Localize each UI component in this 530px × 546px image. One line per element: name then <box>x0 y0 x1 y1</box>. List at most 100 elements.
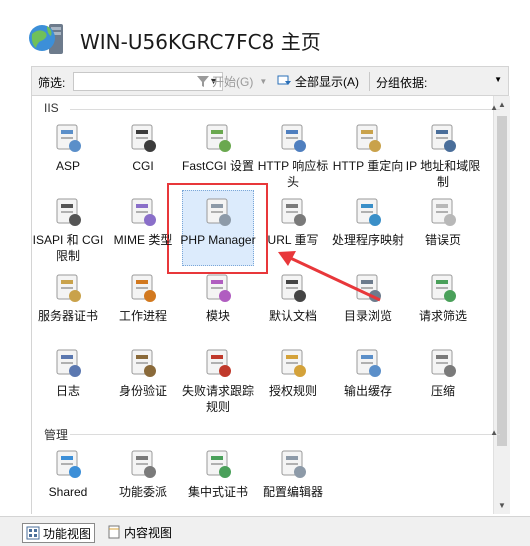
feature-tile-label: MIME 类型 <box>113 233 173 247</box>
feature-tile[interactable]: 失败请求跟踪规则 <box>179 347 257 415</box>
start-button[interactable]: 开始(G) ▼ <box>196 71 267 91</box>
feature-tile-label: IP 地址和域限制 <box>405 159 481 189</box>
http-redirect-icon <box>356 124 381 152</box>
content-view-label: 内容视图 <box>124 525 173 540</box>
output-cache-icon <box>356 349 381 377</box>
chevron-down-icon[interactable]: ▼ <box>494 75 502 84</box>
modules-icon <box>206 274 231 302</box>
php-manager-icon <box>206 198 231 226</box>
feature-tile-label: URL 重写 <box>267 233 319 247</box>
error-page-icon <box>431 198 456 226</box>
feature-tile-label: 失败请求跟踪规则 <box>181 384 254 414</box>
scroll-up-icon[interactable]: ▲ <box>498 100 506 109</box>
feature-tile[interactable]: 集中式证书 <box>179 448 257 500</box>
feature-tile[interactable]: 默认文档 <box>254 272 332 324</box>
collapse-icon[interactable]: ▲ <box>490 103 498 112</box>
feature-tile[interactable]: 模块 <box>179 272 257 324</box>
feature-tile[interactable]: 错误页 <box>404 196 482 248</box>
feature-tile[interactable]: 功能委派 <box>104 448 182 500</box>
page-header: WIN-U56KGRC7FC8 主页 <box>0 0 530 62</box>
collapse-icon[interactable]: ▲ <box>490 428 498 437</box>
feature-tile-label: 输出缓存 <box>343 384 392 398</box>
server-globe-icon <box>29 24 63 54</box>
feature-tile[interactable]: IP 地址和域限制 <box>404 122 482 190</box>
feature-tile[interactable]: MIME 类型 <box>104 196 182 248</box>
feature-tile[interactable]: FastCGI 设置 <box>179 122 257 174</box>
features-view-icon <box>26 526 40 540</box>
scroll-down-icon[interactable]: ▼ <box>498 501 506 510</box>
feature-tile[interactable]: HTTP 响应标头 <box>254 122 332 190</box>
feature-tile[interactable]: CGI <box>104 122 182 174</box>
scrollbar-thumb[interactable] <box>497 116 507 446</box>
feature-tile[interactable]: 工作进程 <box>104 272 182 324</box>
authz-icon <box>281 349 306 377</box>
feature-tile-label: 压缩 <box>430 384 455 398</box>
feature-tile[interactable]: 身份验证 <box>104 347 182 399</box>
show-all-label: 全部显示(A) <box>295 74 359 89</box>
asp-icon <box>56 124 81 152</box>
feature-tile[interactable]: 压缩 <box>404 347 482 399</box>
feature-tile-label: 目录浏览 <box>343 309 392 323</box>
feature-tile-label: 工作进程 <box>118 309 167 323</box>
feature-tile-label: 身份验证 <box>118 384 167 398</box>
server-cert-icon <box>56 274 81 302</box>
fastcgi-icon <box>206 124 231 152</box>
feature-tile-label: 模块 <box>205 309 230 323</box>
feature-tile-label: 集中式证书 <box>187 485 248 499</box>
feature-tile[interactable]: Shared <box>29 448 107 500</box>
logging-icon <box>56 349 81 377</box>
content-view-tab[interactable]: 内容视图 <box>104 523 175 541</box>
worker-process-icon <box>131 274 156 302</box>
mime-icon <box>131 198 156 226</box>
ip-restrict-icon <box>431 124 456 152</box>
delegation-icon <box>131 450 156 478</box>
feature-tile[interactable]: ISAPI 和 CGI 限制 <box>29 196 107 264</box>
failed-trace-icon <box>206 349 231 377</box>
feature-tile-label: 日志 <box>55 384 80 398</box>
feature-tile-label: 服务器证书 <box>37 309 98 323</box>
feature-tile[interactable]: 目录浏览 <box>329 272 407 324</box>
feature-tile[interactable]: ASP <box>29 122 107 174</box>
request-filter-icon <box>431 274 456 302</box>
feature-tile[interactable]: URL 重写 <box>254 196 332 248</box>
content-view-icon <box>108 525 120 539</box>
show-all-icon <box>277 75 291 85</box>
feature-tile-label: 处理程序映射 <box>331 233 404 247</box>
feature-tile[interactable]: HTTP 重定向 <box>329 122 407 174</box>
show-all-button[interactable]: 全部显示(A) <box>277 71 359 91</box>
group-header-management: 管理 <box>44 428 69 442</box>
default-doc-icon <box>281 274 306 302</box>
feature-tile[interactable]: 请求筛选 <box>404 272 482 324</box>
feature-tile-label: Shared <box>48 485 88 499</box>
auth-icon <box>131 349 156 377</box>
chevron-down-icon: ▼ <box>259 76 268 86</box>
feature-tile-label: HTTP 重定向 <box>332 159 404 173</box>
toolbar-divider <box>369 72 370 91</box>
feature-tile[interactable]: 处理程序映射 <box>329 196 407 248</box>
features-view-tab[interactable]: 功能视图 <box>22 523 96 543</box>
feature-tile-label: 默认文档 <box>268 309 317 323</box>
vertical-scrollbar[interactable]: ▲ ▼ <box>493 96 510 514</box>
feature-tile-label: PHP Manager <box>180 233 256 247</box>
feature-tile-label: ASP <box>55 159 80 173</box>
feature-tile-label: ISAPI 和 CGI 限制 <box>32 233 104 263</box>
feature-tile[interactable]: 配置编辑器 <box>254 448 332 500</box>
feature-tile[interactable]: 服务器证书 <box>29 272 107 324</box>
cgi-icon <box>131 124 156 152</box>
compression-icon <box>431 349 456 377</box>
group-header-iis: IIS <box>44 101 59 115</box>
feature-tile[interactable]: 授权规则 <box>254 347 332 399</box>
feature-tile[interactable]: 输出缓存 <box>329 347 407 399</box>
feature-tile[interactable]: PHP Manager <box>179 196 257 248</box>
feature-tile-label: 功能委派 <box>118 485 167 499</box>
feature-tile-label: 授权规则 <box>268 384 317 398</box>
features-view-label: 功能视图 <box>43 526 92 541</box>
page-title: WIN-U56KGRC7FC8 主页 <box>80 30 321 54</box>
http-headers-icon <box>281 124 306 152</box>
feature-tile-label: 错误页 <box>424 233 461 247</box>
feature-tile[interactable]: 日志 <box>29 347 107 399</box>
feature-tile-label: HTTP 响应标头 <box>257 159 329 189</box>
funnel-icon <box>197 76 209 87</box>
shared-config-icon <box>56 450 81 478</box>
feature-tile-label: 配置编辑器 <box>262 485 323 499</box>
